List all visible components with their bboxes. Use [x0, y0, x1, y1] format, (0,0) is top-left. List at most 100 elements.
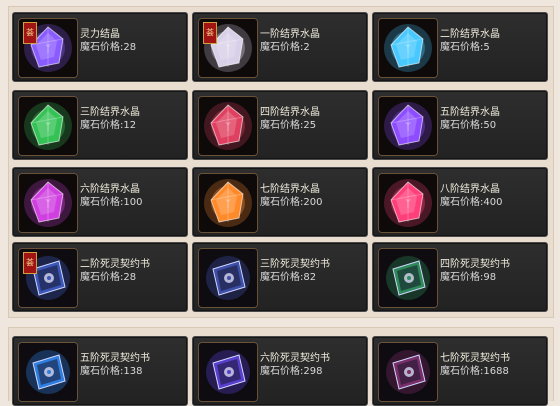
- shop-item-card[interactable]: ᛉ 二阶结界水晶 魔石价格:5: [372, 12, 548, 82]
- necro-book-tier-7-icon: [378, 342, 438, 402]
- price-label: 魔石价格:: [80, 197, 124, 208]
- featured-badge: 荟: [23, 22, 37, 44]
- price-value: 400: [483, 197, 503, 208]
- price-value: 1688: [483, 366, 509, 377]
- necro-book-tier-6-icon-graphic: [199, 343, 257, 401]
- item-name: 四阶结界水晶: [260, 107, 320, 118]
- featured-badge: 荟: [23, 252, 37, 274]
- crystal-tier-4-icon-graphic: ᛉ: [199, 97, 257, 155]
- item-price: 魔石价格:5: [440, 42, 490, 54]
- crystal-tier-3-icon: ᛉ: [18, 96, 78, 156]
- necro-book-tier-6-icon: [198, 342, 258, 402]
- item-price: 魔石价格:2: [260, 42, 310, 54]
- crystal-tier-6-icon: ᛉ: [18, 173, 78, 233]
- item-price: 魔石价格:400: [440, 197, 502, 209]
- price-label: 魔石价格:: [80, 120, 124, 131]
- item-price: 魔石价格:1688: [440, 366, 509, 378]
- price-label: 魔石价格:: [260, 272, 304, 283]
- shop-item-card[interactable]: ᛉ 七阶结界水晶 魔石价格:200: [192, 167, 368, 237]
- price-value: 28: [123, 42, 137, 53]
- crystal-tier-5-icon-graphic: ᛉ: [379, 97, 437, 155]
- svg-text:ᛉ: ᛉ: [405, 122, 411, 133]
- svg-text:ᛉ: ᛉ: [225, 199, 231, 210]
- item-name: 四阶死灵契约书: [440, 259, 510, 270]
- crystal-tier-7-icon-graphic: ᛉ: [199, 174, 257, 232]
- shop-item-card[interactable]: ᛉ 荟灵力结晶 魔石价格:28: [12, 12, 188, 82]
- shop-item-card[interactable]: ᛉ 荟 一阶结界水晶 魔石价格:2: [192, 12, 368, 82]
- price-value: 2: [303, 42, 310, 53]
- item-price: 魔石价格:138: [80, 366, 142, 378]
- price-value: 200: [303, 197, 323, 208]
- item-name: 一阶结界水晶: [260, 29, 320, 40]
- price-value: 138: [123, 366, 143, 377]
- price-value: 25: [303, 120, 317, 131]
- shop-item-card[interactable]: 七阶死灵契约书 魔石价格:1688: [372, 336, 548, 406]
- price-label: 魔石价格:: [80, 42, 124, 53]
- item-price: 魔石价格:50: [440, 120, 496, 132]
- svg-text:ᛉ: ᛉ: [225, 44, 231, 55]
- item-price: 魔石价格:200: [260, 197, 322, 209]
- crystal-tier-5-icon: ᛉ: [378, 96, 438, 156]
- shop-item-card[interactable]: 六阶死灵契约书 魔石价格:298: [192, 336, 368, 406]
- price-label: 魔石价格:: [260, 42, 304, 53]
- necro-book-tier-3-icon-graphic: [199, 249, 257, 307]
- shop-item-card[interactable]: ᛉ 八阶结界水晶 魔石价格:400: [372, 167, 548, 237]
- necro-book-tier-5-icon-graphic: [19, 343, 77, 401]
- crystal-tier-2-icon-graphic: ᛉ: [379, 19, 437, 77]
- item-name: 六阶死灵契约书: [260, 353, 330, 364]
- price-label: 魔石价格:: [440, 272, 484, 283]
- item-price: 魔石价格:28: [80, 272, 136, 284]
- price-value: 98: [483, 272, 497, 283]
- item-price: 魔石价格:28: [80, 42, 136, 54]
- necro-book-tier-3-icon: [198, 248, 258, 308]
- crystal-tier-7-icon: ᛉ: [198, 173, 258, 233]
- item-name: 二阶结界水晶: [440, 29, 500, 40]
- necro-book-tier-7-icon-graphic: [379, 343, 437, 401]
- price-label: 魔石价格:: [440, 197, 484, 208]
- shop-item-card[interactable]: ᛉ 六阶结界水晶 魔石价格:100: [12, 167, 188, 237]
- price-value: 298: [303, 366, 323, 377]
- featured-badge: 荟: [203, 22, 217, 44]
- item-name: 七阶死灵契约书: [440, 353, 510, 364]
- svg-text:ᛉ: ᛉ: [45, 44, 51, 55]
- shop-item-card[interactable]: 三阶死灵契约书 魔石价格:82: [192, 242, 368, 312]
- item-name: 五阶死灵契约书: [80, 353, 150, 364]
- price-value: 50: [483, 120, 497, 131]
- crystal-tier-8-icon: ᛉ: [378, 173, 438, 233]
- price-value: 28: [123, 272, 137, 283]
- item-price: 魔石价格:25: [260, 120, 316, 132]
- crystal-tier-2-icon: ᛉ: [378, 18, 438, 78]
- price-value: 5: [483, 42, 490, 53]
- item-name: 灵力结晶: [80, 29, 120, 40]
- svg-text:ᛉ: ᛉ: [405, 44, 411, 55]
- shop-item-card[interactable]: 五阶死灵契约书 魔石价格:138: [12, 336, 188, 406]
- shop-item-card[interactable]: 荟 二阶死灵契约书 魔石价格:28: [12, 242, 188, 312]
- shop-item-card[interactable]: ᛉ 五阶结界水晶 魔石价格:50: [372, 90, 548, 160]
- item-name: 三阶死灵契约书: [260, 259, 330, 270]
- item-name: 三阶结界水晶: [80, 107, 140, 118]
- svg-text:ᛉ: ᛉ: [405, 199, 411, 210]
- price-label: 魔石价格:: [80, 366, 124, 377]
- crystal-tier-6-icon-graphic: ᛉ: [19, 174, 77, 232]
- item-price: 魔石价格:82: [260, 272, 316, 284]
- item-price: 魔石价格:100: [80, 197, 142, 209]
- spirit-crystal-icon: ᛉ 荟: [18, 18, 78, 78]
- shop-item-card[interactable]: ᛉ 四阶结界水晶 魔石价格:25: [192, 90, 368, 160]
- necro-book-tier-2-icon: 荟: [18, 248, 78, 308]
- price-label: 魔石价格:: [440, 42, 484, 53]
- price-value: 82: [303, 272, 317, 283]
- price-label: 魔石价格:: [260, 120, 304, 131]
- price-label: 魔石价格:: [440, 366, 484, 377]
- price-label: 魔石价格:: [440, 120, 484, 131]
- svg-text:ᛉ: ᛉ: [225, 122, 231, 133]
- crystal-tier-8-icon-graphic: ᛉ: [379, 174, 437, 232]
- crystal-tier-3-icon-graphic: ᛉ: [19, 97, 77, 155]
- shop-item-card[interactable]: ᛉ 三阶结界水晶 魔石价格:12: [12, 90, 188, 160]
- shop-item-card[interactable]: 四阶死灵契约书 魔石价格:98: [372, 242, 548, 312]
- item-price: 魔石价格:298: [260, 366, 322, 378]
- crystal-tier-4-icon: ᛉ: [198, 96, 258, 156]
- necro-book-tier-4-icon: [378, 248, 438, 308]
- price-label: 魔石价格:: [260, 197, 304, 208]
- item-name: 二阶死灵契约书: [80, 259, 150, 270]
- price-label: 魔石价格:: [80, 272, 124, 283]
